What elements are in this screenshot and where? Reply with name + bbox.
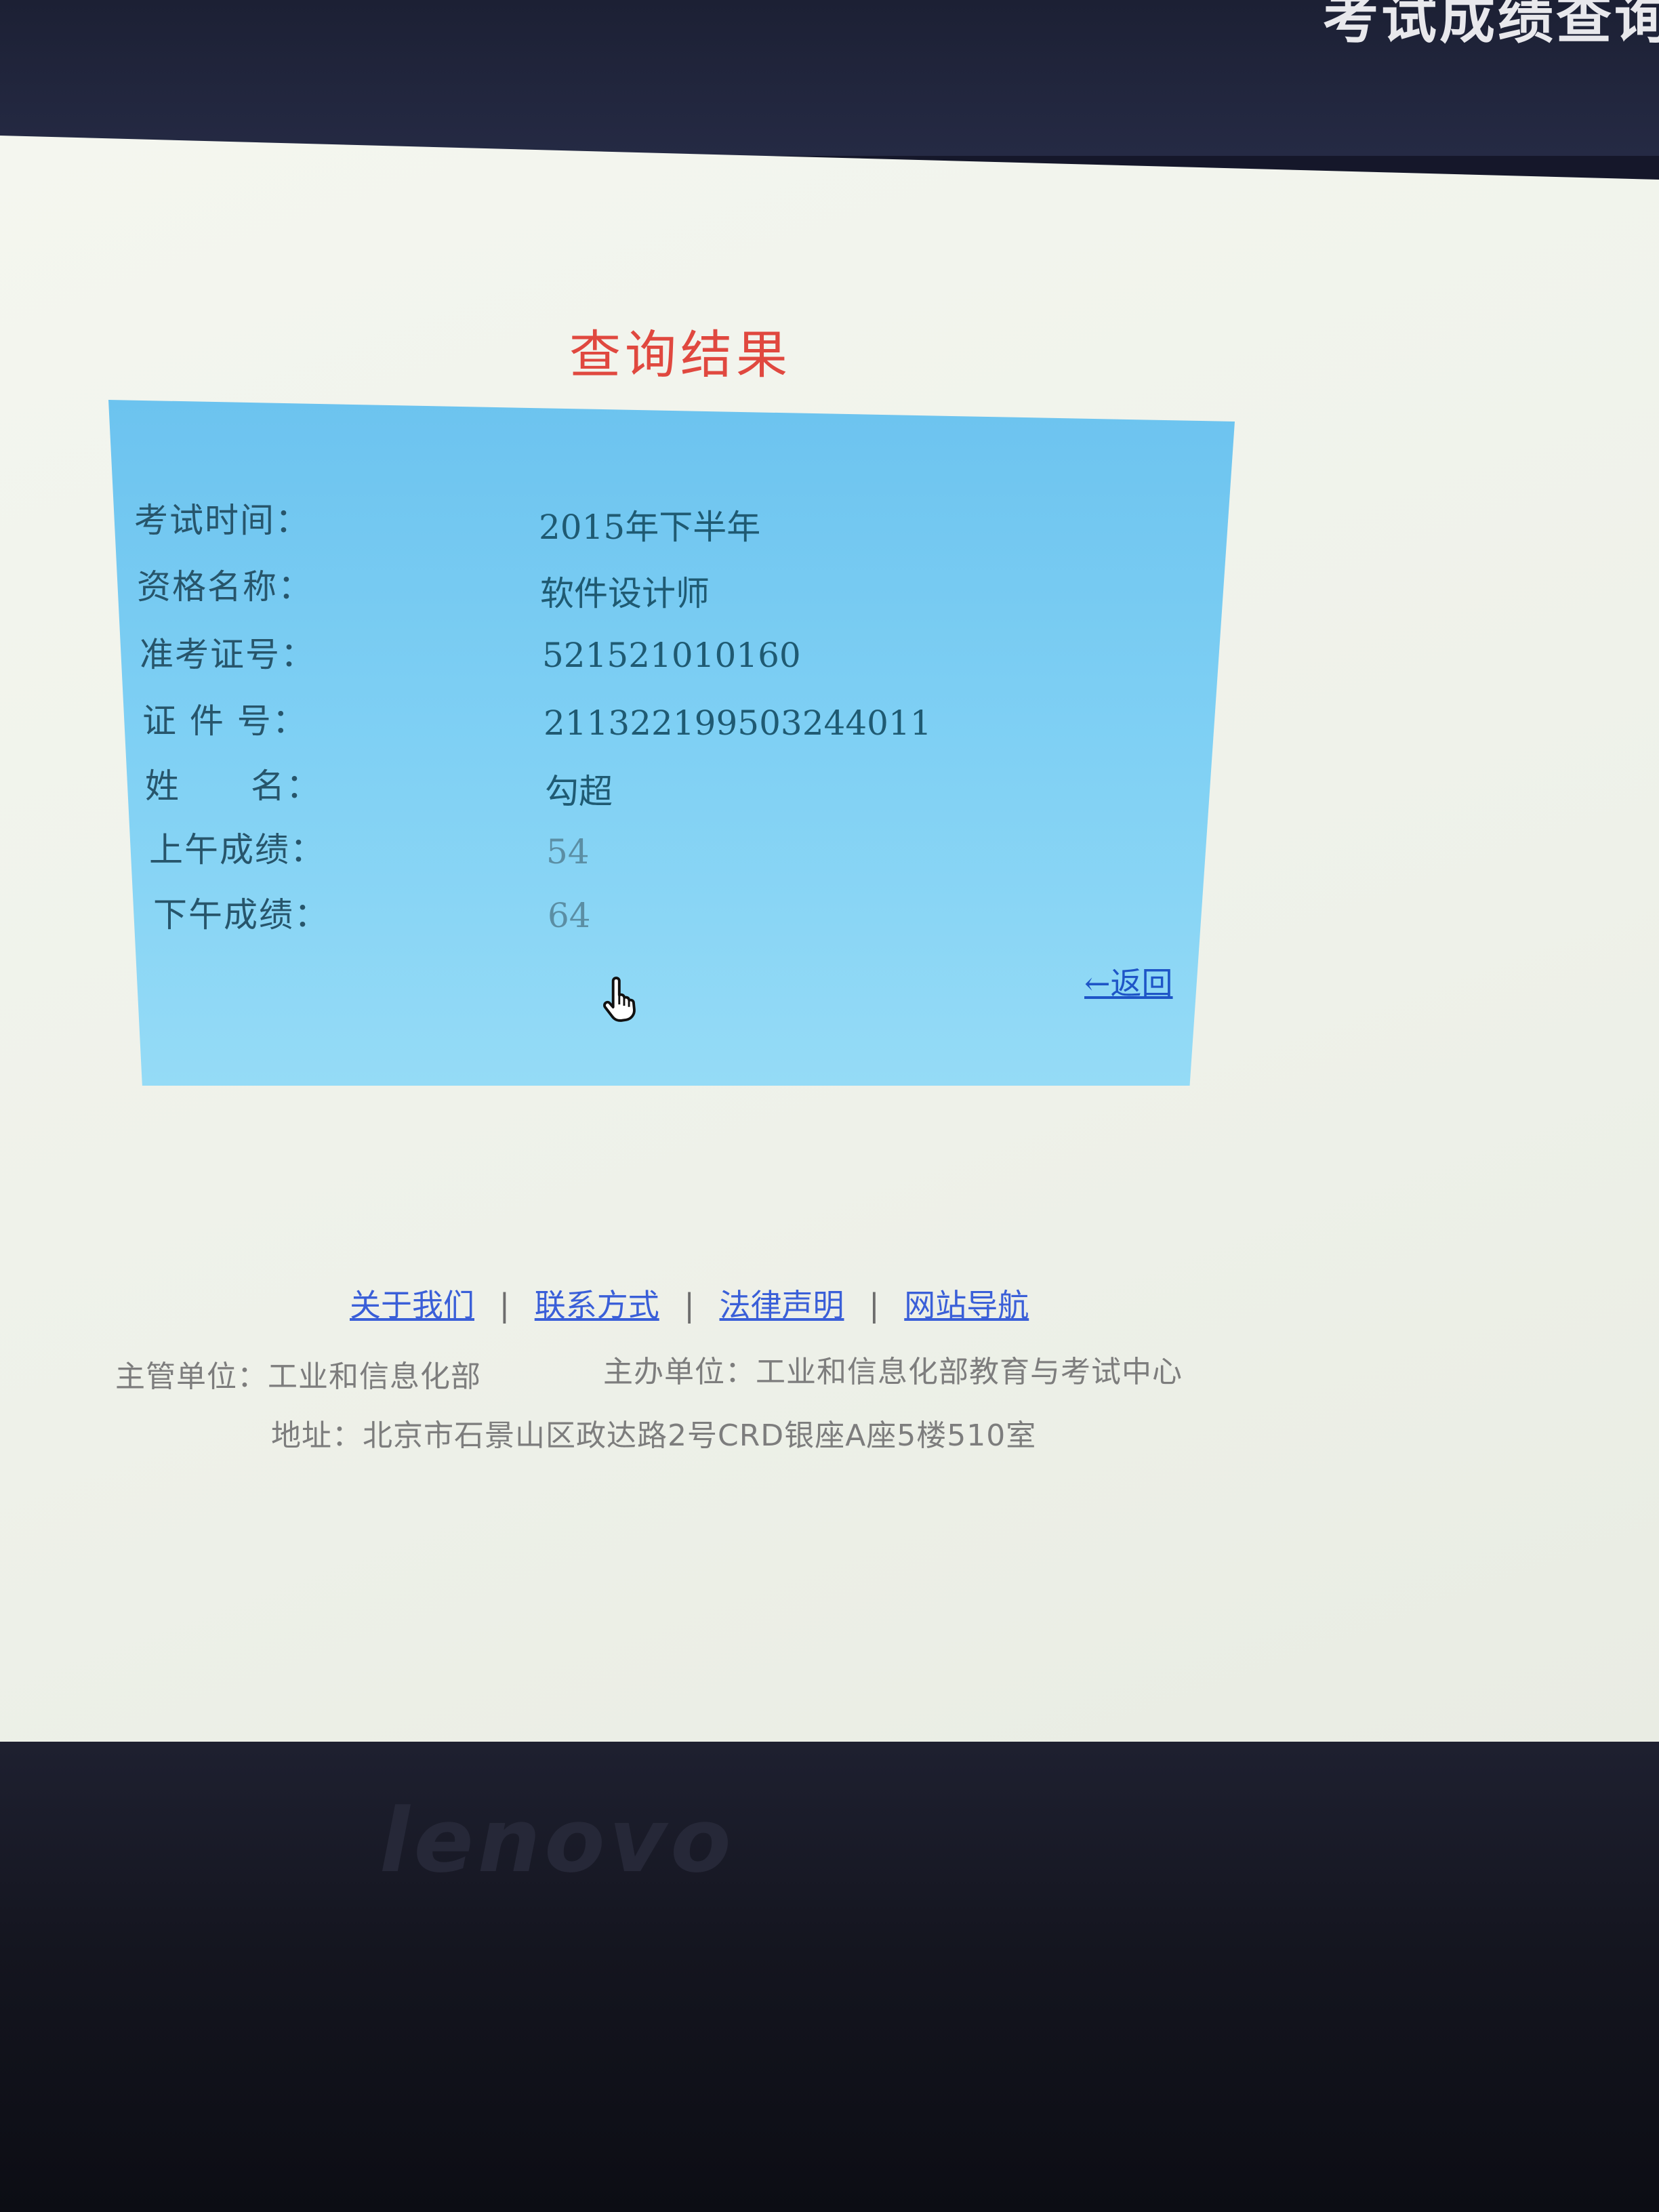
- footer-separator: |: [869, 1287, 880, 1324]
- laptop-bezel: [0, 1742, 1659, 2212]
- footer-address: 地址：北京市石景山区政达路2号CRD银座A座5楼510室: [271, 1418, 1037, 1453]
- back-link[interactable]: ←返回: [1084, 959, 1173, 1004]
- admission-number-value: 521521010160: [542, 636, 801, 675]
- hand-pointer-icon: [603, 977, 636, 1022]
- name-value: 勾超: [545, 772, 613, 811]
- admission-number-label: 准考证号：: [140, 635, 316, 674]
- page-header-title: 考试成绩查询: [1322, 0, 1659, 51]
- footer-separator: |: [499, 1287, 510, 1324]
- afternoon-score-value: 64: [548, 896, 591, 935]
- exam-time-value: 2015年下半年: [539, 508, 761, 547]
- footer-organizer: 主办单位：工业和信息化部教育与考试中心: [603, 1355, 1183, 1389]
- header-banner: 考试成绩查询: [0, 0, 1659, 156]
- morning-score-value: 54: [546, 832, 590, 872]
- id-number-label: 证 件 号：: [142, 701, 308, 741]
- footer-separator: |: [684, 1287, 695, 1324]
- id-number-value: 211322199503244011: [544, 703, 932, 743]
- footer-link-legal[interactable]: 法律声明: [720, 1287, 844, 1324]
- result-title: 查询结果: [569, 325, 792, 385]
- footer-link-sitemap[interactable]: 网站导航: [904, 1287, 1029, 1324]
- afternoon-score-label: 下午成绩：: [153, 895, 329, 935]
- brand-logo: lenovo: [380, 1789, 735, 1892]
- qualification-label: 资格名称：: [137, 567, 313, 607]
- footer-links: 关于我们 | 联系方式 | 法律声明 | 网站导航: [350, 1281, 1029, 1326]
- name-label: 姓 名：: [145, 766, 321, 806]
- footer-supervisor: 主管单位：工业和信息化部: [115, 1359, 481, 1394]
- footer-link-about[interactable]: 关于我们: [350, 1287, 474, 1324]
- footer-link-contact[interactable]: 联系方式: [535, 1287, 659, 1324]
- morning-score-label: 上午成绩：: [149, 830, 325, 869]
- qualification-value: 软件设计师: [540, 574, 710, 613]
- exam-time-label: 考试时间：: [134, 501, 310, 540]
